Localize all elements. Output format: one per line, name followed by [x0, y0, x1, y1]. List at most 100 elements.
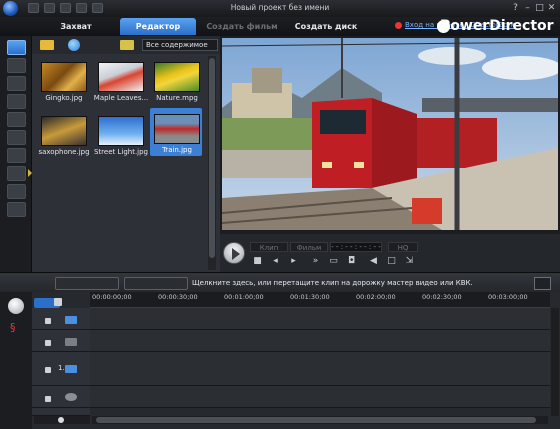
timeline-horizontal-scrollbar[interactable]: [92, 416, 548, 424]
trim-icon[interactable]: §: [10, 322, 22, 334]
undock-icon[interactable]: ⇲: [404, 256, 415, 267]
content-filter-select[interactable]: Все содержимое: [142, 39, 218, 51]
ruler-label: 00:00:00;00: [92, 293, 132, 301]
pip-track[interactable]: [90, 352, 550, 386]
media-room-button[interactable]: [7, 40, 26, 55]
maximize-button[interactable]: □: [534, 3, 545, 13]
lock-icon[interactable]: [45, 318, 51, 324]
tab-edit[interactable]: Редактор: [120, 18, 196, 35]
tab-capture[interactable]: Захват: [40, 18, 112, 35]
snapshot-icon[interactable]: ▭: [328, 256, 339, 267]
add-to-timeline-button[interactable]: [55, 277, 119, 290]
tab-produce[interactable]: Создать фильм: [204, 18, 280, 35]
time-ruler[interactable]: 00:00:00;00 00:00:30;00 00:01:00;00 00:0…: [90, 292, 550, 308]
title-track[interactable]: [90, 386, 550, 408]
chapter-room-button[interactable]: [7, 184, 26, 199]
video-track[interactable]: [90, 308, 550, 330]
insert-clip-button[interactable]: [124, 277, 188, 290]
ruler-label: 00:00:30;00: [158, 293, 198, 301]
ruler-label: 00:01:30;00: [290, 293, 330, 301]
timeline: 00:00:00;00 00:00:30;00 00:01:00;00 00:0…: [32, 292, 560, 429]
effect-room-button[interactable]: [7, 58, 26, 73]
track-manager-icon[interactable]: [54, 298, 62, 306]
voice-over-room-button[interactable]: [7, 166, 26, 181]
ruler-label: 00:01:00;00: [224, 293, 264, 301]
clip-mode-button[interactable]: Клип: [250, 242, 288, 252]
ruler-label: 00:02:30;00: [422, 293, 462, 301]
effect-track-icon: [65, 338, 77, 346]
track-header-title: [32, 386, 90, 408]
timecode-display[interactable]: - - : - - : - - : - -: [330, 242, 382, 252]
import-folder-icon[interactable]: [40, 40, 54, 50]
timeline-hint: Щелкните здесь, или перетащите клип на д…: [192, 279, 473, 287]
playback-controls: Клип Фильм - - : - - : - - : - - HQ ■ ◂ …: [220, 234, 560, 272]
storyboard-view-icon[interactable]: [8, 298, 24, 314]
close-button[interactable]: ✕: [546, 3, 557, 13]
train-station-image: [222, 38, 558, 230]
help-icon[interactable]: ?: [510, 3, 521, 13]
transition-room-button[interactable]: [7, 130, 26, 145]
track-header-pip: 1.: [32, 352, 90, 386]
zoom-knob[interactable]: [58, 417, 64, 423]
video-track-icon: [65, 316, 77, 324]
library-toolbar: Все содержимое: [32, 36, 220, 54]
timeline-vertical-scrollbar[interactable]: [551, 308, 559, 416]
effect-track[interactable]: [90, 330, 550, 352]
subtitle-room-button[interactable]: [7, 202, 26, 217]
ruler-label: 00:02:00;00: [356, 293, 396, 301]
media-library: Все содержимое Gingko.jpg Maple Leaves..…: [32, 36, 220, 272]
powerdirector-window: Новый проект без имени ? – □ ✕ Захват Ре…: [0, 0, 560, 429]
tab-create-disc[interactable]: Создать диск: [288, 18, 364, 35]
track-header-voice: [32, 408, 90, 416]
scroll-thumb[interactable]: [96, 417, 536, 423]
train-thumbnail[interactable]: [154, 114, 200, 144]
fast-forward-icon[interactable]: »: [310, 256, 321, 267]
lock-icon[interactable]: [45, 396, 51, 402]
pip-track-icon: [65, 365, 77, 373]
saxophone-thumbnail[interactable]: [41, 116, 87, 146]
gingko-label: Gingko.jpg: [45, 94, 83, 102]
explore-folder-icon[interactable]: [120, 40, 134, 50]
particle-room-button[interactable]: [7, 94, 26, 109]
timeline-toolbar: Щелкните здесь, или перетащите клип на д…: [0, 272, 560, 292]
nature-label: Nature.mpg: [156, 94, 198, 102]
snapshot-camera-icon[interactable]: ◘: [346, 256, 357, 267]
maple-leaves-label: Maple Leaves...: [93, 94, 149, 102]
title-bar: Новый проект без имени ? – □ ✕: [0, 0, 560, 17]
minimize-button[interactable]: –: [522, 3, 533, 13]
maple-leaves-thumbnail[interactable]: [98, 62, 144, 92]
scroll-thumb[interactable]: [209, 58, 215, 258]
movie-mode-button[interactable]: Фильм: [290, 242, 328, 252]
timeline-side-panel: §: [0, 272, 32, 429]
pip-objects-room-button[interactable]: [7, 76, 26, 91]
track-number: 1.: [58, 364, 65, 372]
fit-timeline-button[interactable]: [534, 277, 551, 290]
street-light-thumbnail[interactable]: [98, 116, 144, 146]
volume-icon[interactable]: ◀: [368, 256, 379, 267]
room-rail: [0, 36, 32, 272]
lock-icon[interactable]: [45, 340, 51, 346]
previous-frame-icon[interactable]: ◂: [270, 256, 281, 267]
track-header-effect: [32, 330, 90, 352]
title-room-button[interactable]: [7, 112, 26, 127]
title-track-icon: [65, 393, 77, 401]
gingko-thumbnail[interactable]: [41, 62, 87, 92]
library-scrollbar[interactable]: [208, 56, 216, 270]
next-frame-icon[interactable]: ▸: [288, 256, 299, 267]
track-header-video: [32, 308, 90, 330]
lock-icon[interactable]: [45, 367, 51, 373]
download-globe-icon[interactable]: [68, 39, 80, 51]
play-button[interactable]: [223, 242, 245, 264]
directorzone-icon: [395, 22, 402, 29]
zoom-slider[interactable]: [34, 416, 90, 424]
nature-thumbnail[interactable]: [154, 62, 200, 92]
audio-mixing-room-button[interactable]: [7, 148, 26, 163]
saxophone-label: saxophone.jpg: [38, 148, 90, 156]
stop-icon[interactable]: ■: [252, 256, 263, 267]
tv-output-icon[interactable]: □: [386, 256, 397, 267]
preview-video: [222, 38, 558, 230]
quality-select[interactable]: HQ: [388, 242, 418, 252]
ruler-label: 00:03:00;00: [488, 293, 528, 301]
train-label: Train.jpg: [162, 146, 192, 154]
window-title: Новый проект без имени: [230, 3, 330, 12]
